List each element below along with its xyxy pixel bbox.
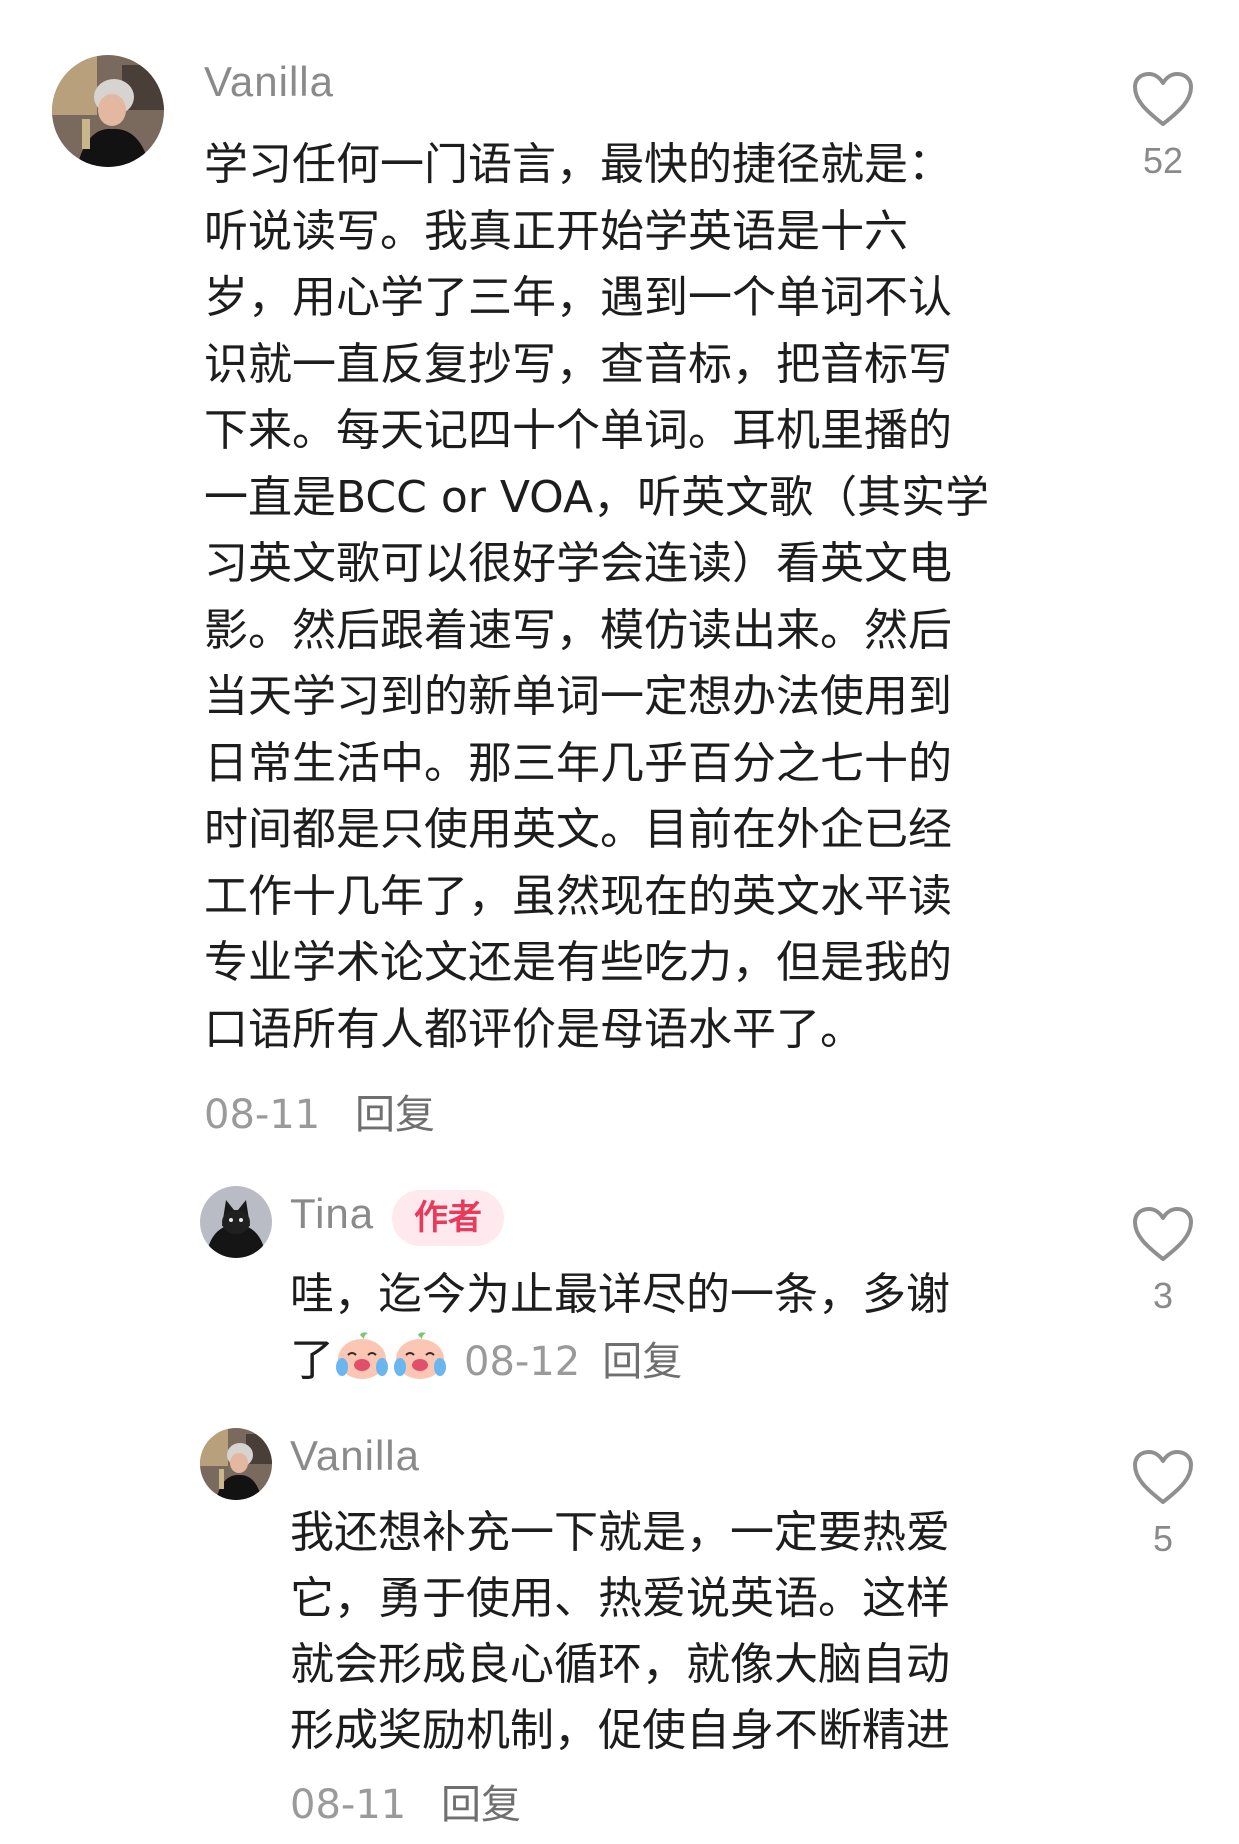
reply-text-line: 了 08-12 回复 xyxy=(290,1328,1050,1400)
reply-meta: 08-11 回复 xyxy=(290,1772,521,1830)
reply-meta: 08-12 回复 xyxy=(464,1339,682,1385)
comment-text-line: 影。然后跟着速写，模仿读出来。然后 xyxy=(204,604,952,656)
reply-text-segment: 了 xyxy=(290,1335,334,1386)
comment-text-line: 识就一直反复抄写，查音标，把音标写 xyxy=(204,338,952,390)
reply-author[interactable]: Vanilla xyxy=(290,1432,420,1480)
comment-text-line: 习英文歌可以很好学会连读）看英文电 xyxy=(204,538,952,589)
reply-author[interactable]: Tina xyxy=(290,1190,374,1238)
comment-text-line: 听说读写。我真正开始学英语是十六 xyxy=(204,205,908,257)
reply-text: 我还想补充一下就是，一定要热爱 它，勇于使用、热爱说英语。这样 就会形成良心循环… xyxy=(290,1500,1050,1764)
comment-text-line: 专业学术论文还是有些吃力，但是我的 xyxy=(204,937,952,988)
reply-button[interactable]: 回复 xyxy=(441,1782,521,1828)
like-button[interactable]: 52 xyxy=(1118,70,1208,182)
reply-date: 08-12 xyxy=(464,1339,581,1385)
avatar[interactable] xyxy=(200,1428,272,1500)
like-button[interactable]: 3 xyxy=(1118,1205,1208,1317)
avatar-photo xyxy=(200,1428,272,1500)
comment-text-line: 工作十几年了，虽然现在的英文水平读 xyxy=(204,870,952,922)
avatar-photo xyxy=(200,1186,272,1258)
reply-text-line: 我还想补充一下就是，一定要热爱 xyxy=(290,1507,950,1558)
crying-laughing-face-emoji xyxy=(392,1331,448,1400)
avatar[interactable] xyxy=(200,1186,272,1258)
comment-text: 学习任何一门语言，最快的捷径就是： 听说读写。我真正开始学英语是十六 岁，用心学… xyxy=(204,132,1044,1063)
like-count: 5 xyxy=(1152,1518,1174,1559)
comment-text-line: 一直是BCC or VOA，听英文歌（其实学 xyxy=(204,471,990,523)
heart-outline-icon xyxy=(1133,72,1193,126)
comment-meta: 08-11 回复 xyxy=(204,1082,435,1140)
comment-text-line: 学习任何一门语言，最快的捷径就是： xyxy=(204,139,952,190)
reply-button[interactable]: 回复 xyxy=(602,1339,682,1385)
reply-button[interactable]: 回复 xyxy=(355,1092,435,1138)
author-badge: 作者 xyxy=(392,1190,504,1246)
like-button[interactable]: 5 xyxy=(1118,1448,1208,1560)
comment-author[interactable]: Vanilla xyxy=(204,58,334,106)
like-count: 52 xyxy=(1142,140,1184,181)
comment-text-line: 下来。每天记四十个单词。耳机里播的 xyxy=(204,405,952,456)
comment-text-line: 时间都是只使用英文。目前在外企已经 xyxy=(204,804,952,855)
comment-item: Vanilla 学习任何一门语言，最快的捷径就是： 听说读写。我真正开始学英语是… xyxy=(0,0,1239,1138)
comment-text-line: 当天学习到的新单词一定想办法使用到 xyxy=(204,671,952,722)
heart-outline-icon xyxy=(1133,1207,1193,1261)
reply-text-line: 它，勇于使用、热爱说英语。这样 xyxy=(290,1573,950,1624)
comment-text-line: 岁，用心学了三年，遇到一个单词不认 xyxy=(204,272,952,323)
comment-text-line: 口语所有人都评价是母语水平了。 xyxy=(204,1003,864,1055)
crying-laughing-face-emoji xyxy=(334,1331,390,1400)
comment-text-line: 日常生活中。那三年几乎百分之七十的 xyxy=(204,737,952,789)
reply-text: 哇，迄今为止最详尽的一条，多谢 了 08-12 回复 xyxy=(290,1262,1050,1400)
avatar-photo xyxy=(52,55,164,167)
reply-date: 08-11 xyxy=(290,1782,407,1828)
comment-date: 08-11 xyxy=(204,1092,321,1138)
heart-outline-icon xyxy=(1133,1450,1193,1504)
avatar[interactable] xyxy=(52,55,164,167)
like-count: 3 xyxy=(1152,1275,1174,1316)
reply-text-line: 形成奖励机制，促使自身不断精进 xyxy=(290,1705,950,1756)
reply-text-line: 哇，迄今为止最详尽的一条，多谢 xyxy=(290,1269,950,1320)
reply-text-line: 就会形成良心循环，就像大脑自动 xyxy=(290,1639,950,1690)
